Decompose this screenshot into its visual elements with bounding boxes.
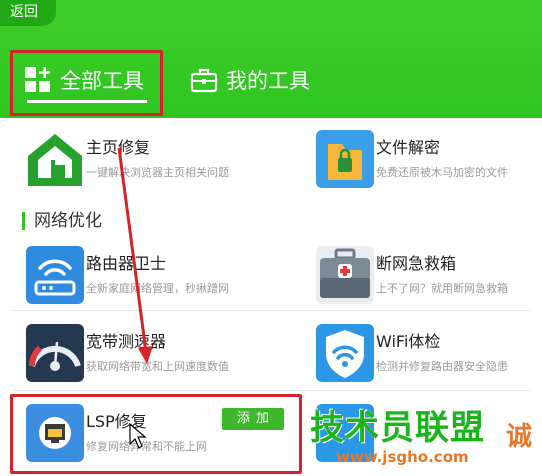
tool-file-decrypt[interactable]: 文件解密 免费还原被木马加密的文件 (314, 128, 542, 190)
tool-home-repair[interactable]: 主页修复 一键解决浏览器主页相关问题 (24, 128, 294, 190)
home-repair-icon (24, 128, 86, 190)
speedometer-icon (24, 322, 86, 384)
tool-desc: 获取网络带宽和上网速度数值 (86, 360, 229, 373)
tool-title: 宽带测速器 (86, 332, 167, 351)
tool-wifi-check[interactable]: WiFi体检 检测并修复路由器安全隐患 (314, 322, 542, 384)
tool-title: 路由器卫士 (86, 254, 167, 273)
tool-disconnect-rescue[interactable]: 断网急救箱 上不了网？就用断网急救箱 (314, 244, 542, 306)
tool-desc: 上不了网？就用断网急救箱 (376, 282, 508, 295)
watermark-main-text: 技术员联盟 (310, 408, 485, 448)
first-aid-kit-icon (314, 244, 376, 306)
watermark-extra-text: 诚 (506, 422, 533, 452)
row-divider (12, 310, 530, 311)
tool-desc: 检测并修复路由器安全隐患 (376, 360, 508, 373)
tool-speed-test[interactable]: 宽带测速器 获取网络带宽和上网速度数值 (24, 322, 294, 384)
tool-desc: 全新家庭网络管理，秒揪蹭网 (86, 282, 229, 295)
tool-desc: 免费还原被木马加密的文件 (376, 166, 508, 179)
tool-title: 文件解密 (376, 138, 441, 157)
file-lock-icon (314, 128, 376, 190)
highlight-box-lsp (10, 394, 302, 474)
watermark-url-text: www.jsgho.com (336, 448, 469, 466)
tool-router-guard[interactable]: 路由器卫士 全新家庭网络管理，秒揪蹭网 (24, 244, 294, 306)
wifi-shield-icon (314, 322, 376, 384)
tool-title: WiFi体检 (376, 332, 441, 351)
tool-desc: 一键解决浏览器主页相关问题 (86, 166, 229, 179)
watermark: 技术员联盟 诚 www.jsgho.com (306, 400, 542, 476)
section-network-title: 网络优化 (22, 210, 102, 232)
tab-my-tools[interactable]: 我的工具 (190, 58, 310, 102)
back-button[interactable]: 返回 (0, 0, 56, 26)
highlight-box-tab (10, 50, 163, 116)
tool-title: 主页修复 (86, 138, 151, 157)
toolbox-icon (190, 66, 218, 94)
tool-title: 断网急救箱 (376, 254, 457, 273)
tab-my-tools-label: 我的工具 (226, 69, 310, 93)
router-icon (24, 244, 86, 306)
row-divider (12, 390, 530, 391)
